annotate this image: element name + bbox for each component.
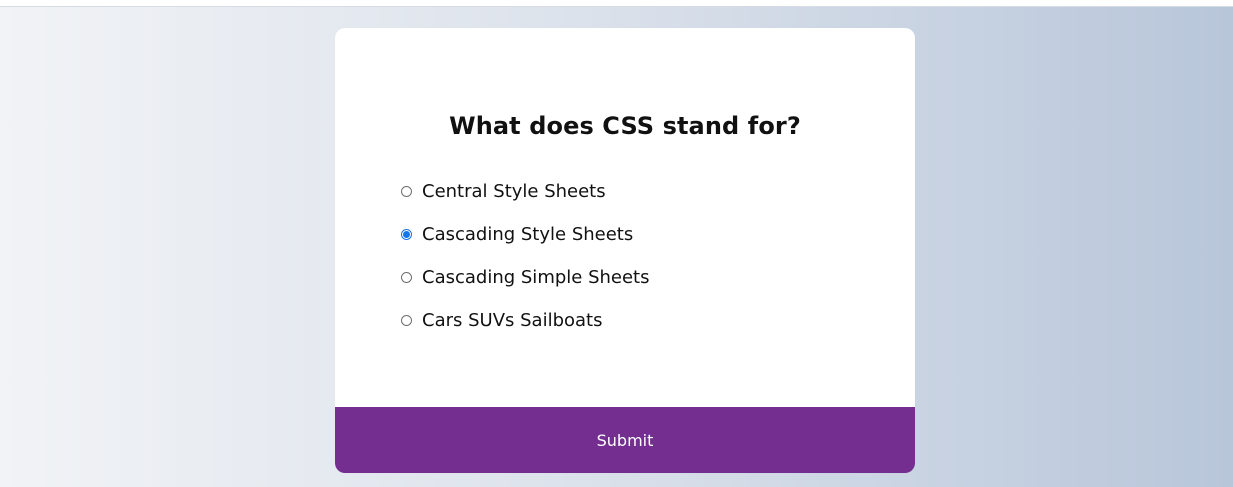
submit-button[interactable]: Submit [335, 407, 915, 473]
answer-label[interactable]: Cascading Style Sheets [422, 223, 633, 247]
answer-option-cars-suvs-sailboats[interactable]: Cars SUVs Sailboats [401, 299, 861, 342]
answer-radio-checked-icon[interactable] [401, 229, 412, 240]
top-border [0, 0, 1233, 7]
answer-option-cascading-style-sheets[interactable]: Cascading Style Sheets [401, 213, 861, 256]
answer-radio-unchecked-icon[interactable] [401, 272, 412, 283]
question-title: What does CSS stand for? [449, 112, 801, 140]
answer-radio-unchecked-icon[interactable] [401, 315, 412, 326]
quiz-card: What does CSS stand for? Central Style S… [335, 28, 915, 473]
answer-label[interactable]: Cars SUVs Sailboats [422, 309, 602, 333]
answer-option-cascading-simple-sheets[interactable]: Cascading Simple Sheets [401, 256, 861, 299]
answer-list: Central Style Sheets Cascading Style She… [401, 170, 861, 342]
answer-option-central-style-sheets[interactable]: Central Style Sheets [401, 170, 861, 213]
answer-label[interactable]: Cascading Simple Sheets [422, 266, 650, 290]
answer-radio-unchecked-icon[interactable] [401, 186, 412, 197]
answer-label[interactable]: Central Style Sheets [422, 180, 606, 204]
